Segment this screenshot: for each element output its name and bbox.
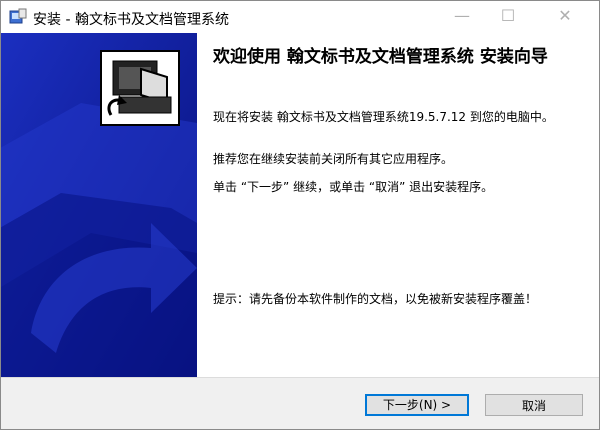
recommend-text: 推荐您在继续安装前关闭所有其它应用程序。 [213, 152, 454, 166]
page-title: 欢迎使用 翰文标书及文档管理系统 安装向导 [213, 47, 548, 67]
wizard-content: 欢迎使用 翰文标书及文档管理系统 安装向导 现在将安装 翰文标书及文档管理系统1… [197, 33, 599, 377]
wizard-sidebar-image [1, 33, 197, 377]
install-info-text: 现在将安装 翰文标书及文档管理系统19.5.7.12 到您的电脑中。 [213, 110, 554, 124]
next-button[interactable]: 下一步(N) > [365, 394, 469, 416]
computer-install-icon [100, 50, 180, 126]
cancel-button[interactable]: 取消 [485, 394, 583, 416]
maximize-button[interactable]: ☐ [485, 1, 531, 33]
wizard-footer: 下一步(N) > 取消 [1, 377, 599, 429]
window-title: 安装 - 翰文标书及文档管理系统 [33, 12, 229, 28]
installer-window: 安装 - 翰文标书及文档管理系统 — ☐ ✕ 欢迎使用 翰文标书及文档管理系统 … [0, 0, 600, 430]
tip-text: 提示：请先备份本软件制作的文档，以免被新安装程序覆盖！ [213, 292, 538, 306]
close-button[interactable]: ✕ [531, 1, 599, 33]
installer-icon [9, 8, 27, 24]
instruction-text: 单击 “下一步” 继续，或单击 “取消” 退出安装程序。 [213, 180, 494, 194]
title-bar: 安装 - 翰文标书及文档管理系统 — ☐ ✕ [1, 1, 599, 33]
minimize-button[interactable]: — [439, 1, 485, 33]
